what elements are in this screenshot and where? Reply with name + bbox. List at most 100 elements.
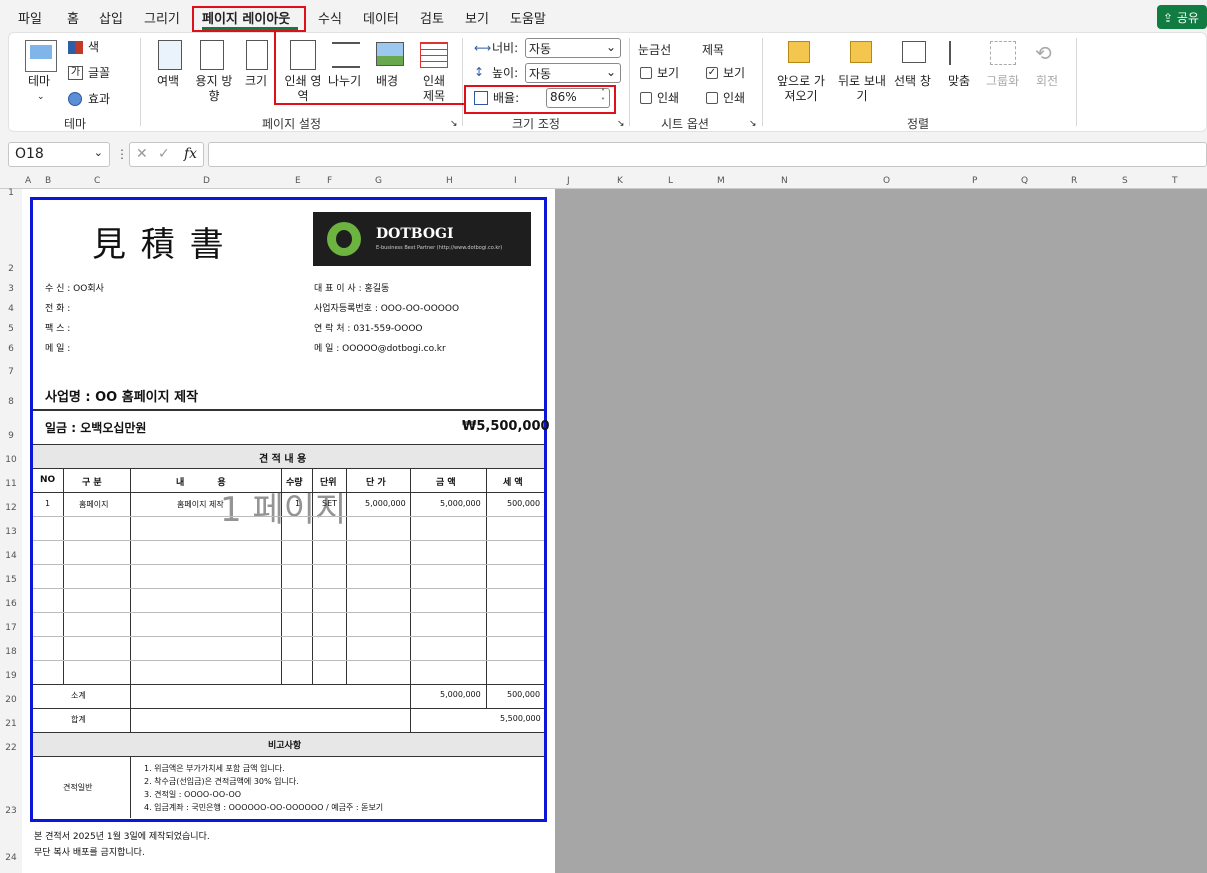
contact[interactable]: 연 락 처 : 031-559-OOOO — [314, 321, 423, 334]
column-header[interactable]: T — [1172, 176, 1178, 186]
column-header[interactable]: D — [203, 176, 210, 186]
bring-forward-button[interactable]: 앞으로 가져오기 — [772, 74, 830, 104]
chevron-down-icon[interactable]: ⌄ — [94, 146, 103, 159]
row-header[interactable]: 15 — [2, 575, 20, 585]
row-header[interactable]: 14 — [2, 551, 20, 561]
note-line[interactable]: 1. 위금액은 부가가치세 포함 금액 입니다. — [144, 763, 285, 774]
subtotal-tax[interactable]: 500,000 — [507, 690, 540, 699]
orientation-button[interactable]: 용지 방향 — [194, 74, 234, 104]
header-tax[interactable]: 세 액 — [503, 475, 523, 488]
footer-copyright[interactable]: 무단 복사 배포를 금지합니다. — [34, 845, 145, 858]
tab-review[interactable]: 검토 — [420, 8, 444, 27]
group-button[interactable]: 그룹화 — [986, 74, 1019, 89]
row-header[interactable]: 11 — [2, 479, 20, 489]
subtotal-label[interactable]: 소계 — [71, 690, 86, 701]
document-title[interactable]: 見 積 書 — [92, 217, 226, 266]
header-no[interactable]: NO — [40, 475, 55, 485]
column-header[interactable]: S — [1122, 176, 1128, 186]
row-header[interactable]: 16 — [2, 599, 20, 609]
header-category[interactable]: 구 분 — [82, 475, 102, 488]
project-name[interactable]: 사업명 : OO 홈페이지 제작 — [45, 386, 198, 405]
dialog-launcher-icon[interactable]: ↘ — [749, 117, 757, 132]
row-header[interactable]: 18 — [2, 647, 20, 657]
column-header[interactable]: B — [45, 176, 51, 186]
row-header[interactable]: 23 — [2, 806, 20, 816]
rotate-button[interactable]: 회전 — [1036, 74, 1058, 89]
column-header[interactable]: E — [295, 176, 301, 186]
item-content[interactable]: 홈페이지 제작 — [177, 499, 224, 510]
column-header[interactable]: L — [668, 176, 673, 186]
row-header[interactable]: 7 — [2, 367, 20, 377]
note-line[interactable]: 2. 착수금(선입금)은 견적금액에 30% 입니다. — [144, 776, 299, 787]
breaks-button[interactable]: 나누기 — [328, 74, 361, 89]
name-box[interactable]: O18 ⌄ — [8, 142, 110, 167]
item-no[interactable]: 1 — [45, 499, 50, 508]
column-header[interactable]: N — [781, 176, 788, 186]
header-unit-price[interactable]: 단 가 — [366, 475, 386, 488]
dialog-launcher-icon[interactable]: ↘ — [450, 117, 458, 132]
row-header[interactable]: 5 — [2, 324, 20, 334]
more-options-icon[interactable]: ⋮ — [116, 147, 128, 161]
row-header[interactable]: 2 — [2, 264, 20, 274]
row-header[interactable]: 12 — [2, 503, 20, 513]
total-value[interactable]: 5,500,000 — [500, 714, 541, 723]
row-header[interactable]: 22 — [2, 743, 20, 753]
print-titles-button[interactable]: 인쇄 제목 — [418, 74, 450, 104]
column-header[interactable]: G — [375, 176, 382, 186]
column-header[interactable]: M — [717, 176, 725, 186]
footer-created[interactable]: 본 견적서 2025년 1월 3일에 제작되었습니다. — [34, 829, 210, 842]
colors-button[interactable]: 색 — [88, 40, 99, 55]
amount-text[interactable]: 일금 : 오백오십만원 — [45, 419, 146, 436]
row-header[interactable]: 13 — [2, 527, 20, 537]
tab-insert[interactable]: 삽입 — [99, 8, 123, 27]
margins-button[interactable]: 여백 — [157, 74, 179, 89]
amount-value[interactable]: ₩5,500,000 — [462, 419, 550, 434]
enter-icon[interactable]: ✓ — [158, 146, 170, 162]
tab-help[interactable]: 도움말 — [510, 8, 546, 27]
column-header[interactable]: C — [94, 176, 100, 186]
column-header[interactable]: K — [617, 176, 623, 186]
width-dropdown[interactable]: 자동 ⌄ — [525, 38, 621, 58]
headings-view-checkbox[interactable]: ✓ — [706, 67, 718, 79]
tab-home[interactable]: 홈 — [67, 8, 79, 27]
column-header[interactable]: H — [446, 176, 453, 186]
column-header[interactable]: P — [972, 176, 977, 186]
note-line[interactable]: 4. 입금계좌 : 국민은행 : OOOOOO-OO-OOOOOO / 예금주 … — [144, 802, 383, 813]
row-header[interactable]: 24 — [2, 853, 20, 863]
item-tax[interactable]: 500,000 — [507, 499, 540, 508]
tab-formulas[interactable]: 수식 — [318, 8, 342, 27]
tab-view[interactable]: 보기 — [465, 8, 489, 27]
background-button[interactable]: 배경 — [376, 74, 398, 89]
email[interactable]: 메 일 : — [45, 341, 70, 354]
tab-draw[interactable]: 그리기 — [144, 8, 180, 27]
company-email[interactable]: 메 일 : OOOOO@dotbogi.co.kr — [314, 341, 446, 354]
row-header[interactable]: 4 — [2, 304, 20, 314]
share-button[interactable]: ⇪ 공유 — [1157, 5, 1207, 29]
row-header[interactable]: 10 — [2, 455, 20, 465]
row-header[interactable]: 20 — [2, 695, 20, 705]
size-button[interactable]: 크기 — [245, 74, 267, 89]
fax[interactable]: 팩 스 : — [45, 321, 70, 334]
fonts-button[interactable]: 글꼴 — [88, 66, 110, 81]
recipient[interactable]: 수 신 : OO회사 — [45, 281, 104, 294]
row-header[interactable]: 21 — [2, 719, 20, 729]
column-header[interactable]: Q — [1021, 176, 1028, 186]
themes-button[interactable]: 테마 — [28, 74, 50, 89]
headings-print-checkbox[interactable] — [706, 92, 718, 104]
business-number[interactable]: 사업자등록번호 : OOO-OO-OOOOO — [314, 301, 459, 314]
row-header[interactable]: 8 — [2, 397, 20, 407]
row-header[interactable]: 19 — [2, 671, 20, 681]
cancel-icon[interactable]: ✕ — [136, 146, 148, 162]
header-content[interactable]: 내 용 — [176, 475, 226, 488]
column-header[interactable]: I — [514, 176, 517, 186]
row-header[interactable]: 6 — [2, 344, 20, 354]
height-dropdown[interactable]: 자동 ⌄ — [525, 63, 621, 83]
header-amount[interactable]: 금 액 — [436, 475, 456, 488]
gridlines-view-checkbox[interactable] — [640, 67, 652, 79]
phone[interactable]: 전 화 : — [45, 301, 70, 314]
section-title[interactable]: 견 적 내 용 — [259, 450, 306, 465]
item-category[interactable]: 홈페이지 — [79, 499, 108, 510]
notes-label[interactable]: 견적일반 — [63, 782, 92, 793]
print-area-button[interactable]: 인쇄 영역 — [283, 74, 323, 104]
tab-file[interactable]: 파일 — [18, 8, 42, 27]
